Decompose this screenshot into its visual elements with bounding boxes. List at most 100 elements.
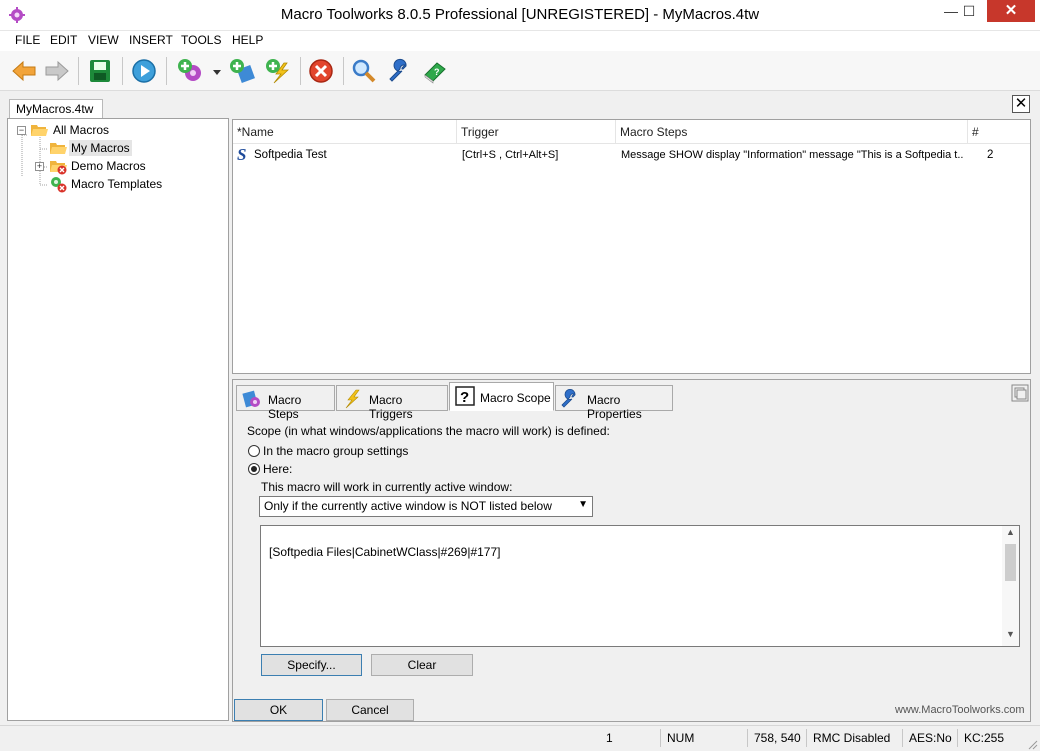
- menu-edit[interactable]: EDIT: [50, 33, 77, 47]
- menu-view[interactable]: VIEW: [88, 33, 119, 47]
- chevron-down-icon: ▼: [578, 499, 588, 510]
- find-icon[interactable]: [350, 57, 378, 85]
- macro-steps-icon: [242, 390, 260, 408]
- status-aes: AES:No: [902, 729, 955, 747]
- window-list-textarea[interactable]: [Softpedia Files|CabinetWClass|#269|#177…: [260, 525, 1020, 647]
- status-kc: KC:255: [957, 729, 1017, 747]
- menu-bar: FILE EDIT VIEW INSERT TOOLS HELP: [0, 31, 1040, 51]
- status-rmc: RMC Disabled: [806, 729, 900, 747]
- new-macro-icon[interactable]: [176, 57, 204, 85]
- tab-label: Macro Scope: [480, 391, 551, 405]
- folder-open-icon: [50, 143, 67, 154]
- scroll-thumb[interactable]: [1005, 544, 1016, 581]
- tab-macro-properties[interactable]: Macro Properties: [555, 385, 673, 421]
- tab-label: Macro Steps: [268, 393, 302, 421]
- radio-group-settings-label[interactable]: In the macro group settings: [263, 444, 408, 458]
- scroll-down-icon[interactable]: ▼: [1002, 629, 1019, 645]
- tab-label: Macro Triggers: [369, 393, 413, 421]
- softpedia-s-icon: S: [237, 146, 246, 162]
- tree-item-demo-macros[interactable]: + Demo Macros: [8, 157, 228, 175]
- delete-icon[interactable]: [307, 57, 335, 85]
- ok-button[interactable]: OK: [234, 699, 323, 721]
- play-icon[interactable]: [130, 57, 158, 85]
- radio-group-settings[interactable]: [248, 445, 260, 457]
- radio-here[interactable]: [248, 463, 260, 475]
- tree-item-label: Demo Macros: [71, 159, 146, 173]
- tree-item-label: Macro Templates: [71, 177, 163, 191]
- tab-macro-steps[interactable]: Macro Steps: [236, 385, 335, 421]
- question-icon: ?: [455, 386, 475, 406]
- new-macro-dropdown[interactable]: [212, 57, 222, 85]
- maximize-button[interactable]: ☐: [955, 0, 983, 22]
- expand-toggle[interactable]: +: [35, 162, 44, 171]
- scope-mode-select[interactable]: Only if the currently active window is N…: [259, 496, 593, 517]
- toolbar-separator: [343, 57, 344, 85]
- close-document-button[interactable]: ✕: [1012, 95, 1030, 113]
- tree-item-macro-templates[interactable]: Macro Templates: [8, 175, 228, 193]
- tab-label: Macro Properties: [587, 393, 642, 421]
- specify-button[interactable]: Specify...: [261, 654, 362, 676]
- macro-list-header: *Name Trigger Macro Steps #: [233, 120, 1030, 144]
- window-list-value: [Softpedia Files|CabinetWClass|#269|#177…: [269, 545, 501, 559]
- save-icon[interactable]: [86, 57, 114, 85]
- status-num: NUM: [660, 729, 743, 747]
- settings-wrench-icon[interactable]: [386, 57, 414, 85]
- toolbar: ?: [0, 51, 1040, 91]
- work-in-window-label: This macro will work in currently active…: [261, 480, 513, 494]
- menu-help[interactable]: HELP: [232, 33, 263, 47]
- tree-item-all-macros[interactable]: − All Macros: [8, 121, 228, 139]
- scope-mode-value: Only if the currently active window is N…: [264, 499, 552, 513]
- macro-trigger: [Ctrl+S , Ctrl+Alt+S]: [462, 149, 559, 161]
- menu-file[interactable]: FILE: [15, 33, 40, 47]
- tab-macro-triggers[interactable]: Macro Triggers: [336, 385, 448, 421]
- toolbar-separator: [122, 57, 123, 85]
- svg-text:?: ?: [460, 389, 469, 406]
- status-count: 1: [606, 731, 613, 745]
- wrench-icon: [561, 389, 576, 408]
- title-bar: Macro Toolworks 8.0.5 Professional [UNRE…: [0, 0, 1040, 31]
- cancel-button[interactable]: Cancel: [326, 699, 414, 721]
- macro-steps: Message SHOW display "Information" messa…: [621, 149, 963, 161]
- document-tab[interactable]: MyMacros.4tw: [9, 99, 103, 119]
- macro-detail-panel: Macro Steps Macro Triggers ? Macro Scope…: [232, 379, 1031, 722]
- radio-here-label[interactable]: Here:: [263, 462, 292, 476]
- lightning-icon: [345, 389, 360, 409]
- vertical-scrollbar[interactable]: ▲ ▼: [1002, 526, 1019, 646]
- column-header-name[interactable]: *Name: [233, 120, 457, 144]
- tree-item-label: My Macros: [69, 140, 132, 156]
- toolbar-separator: [300, 57, 301, 85]
- new-trigger-icon[interactable]: [264, 57, 292, 85]
- resize-grip-icon[interactable]: [1026, 738, 1038, 750]
- column-header-count[interactable]: #: [968, 120, 1030, 144]
- restore-panel-icon[interactable]: [1011, 384, 1029, 402]
- website-link[interactable]: www.MacroToolworks.com: [895, 704, 1025, 716]
- new-step-icon[interactable]: [228, 57, 256, 85]
- help-book-icon[interactable]: ?: [421, 57, 449, 85]
- collapse-toggle[interactable]: −: [17, 126, 26, 135]
- column-header-macro-steps[interactable]: Macro Steps: [616, 120, 968, 144]
- toolbar-separator: [78, 57, 79, 85]
- macro-list: *Name Trigger Macro Steps # S Softpedia …: [232, 119, 1031, 374]
- menu-tools[interactable]: TOOLS: [181, 33, 221, 47]
- back-arrow-icon[interactable]: [10, 57, 38, 85]
- scroll-up-icon[interactable]: ▲: [1002, 527, 1019, 543]
- menu-insert[interactable]: INSERT: [129, 33, 173, 47]
- close-window-button[interactable]: ✕: [987, 0, 1035, 22]
- scope-intro-label: Scope (in what windows/applications the …: [247, 424, 610, 438]
- macro-group-tree: − All Macros My Macros + Demo Macros Mac…: [7, 118, 229, 721]
- folder-disabled-icon: [50, 161, 67, 175]
- window-title: Macro Toolworks 8.0.5 Professional [UNRE…: [280, 6, 760, 23]
- status-bar: 1 NUM 758, 540 RMC Disabled AES:No KC:25…: [0, 725, 1040, 751]
- clear-button[interactable]: Clear: [371, 654, 473, 676]
- forward-arrow-icon[interactable]: [43, 57, 71, 85]
- status-coords: 758, 540: [747, 729, 805, 747]
- folder-open-icon: [31, 125, 48, 136]
- tree-item-my-macros[interactable]: My Macros: [8, 139, 228, 157]
- toolbar-separator: [166, 57, 167, 85]
- tab-macro-scope[interactable]: ? Macro Scope: [449, 382, 554, 411]
- document-tab-label: MyMacros.4tw: [16, 102, 94, 116]
- column-header-trigger[interactable]: Trigger: [457, 120, 616, 144]
- svg-text:S: S: [237, 146, 246, 162]
- macro-name: Softpedia Test: [254, 149, 327, 161]
- template-disabled-icon: [51, 177, 67, 193]
